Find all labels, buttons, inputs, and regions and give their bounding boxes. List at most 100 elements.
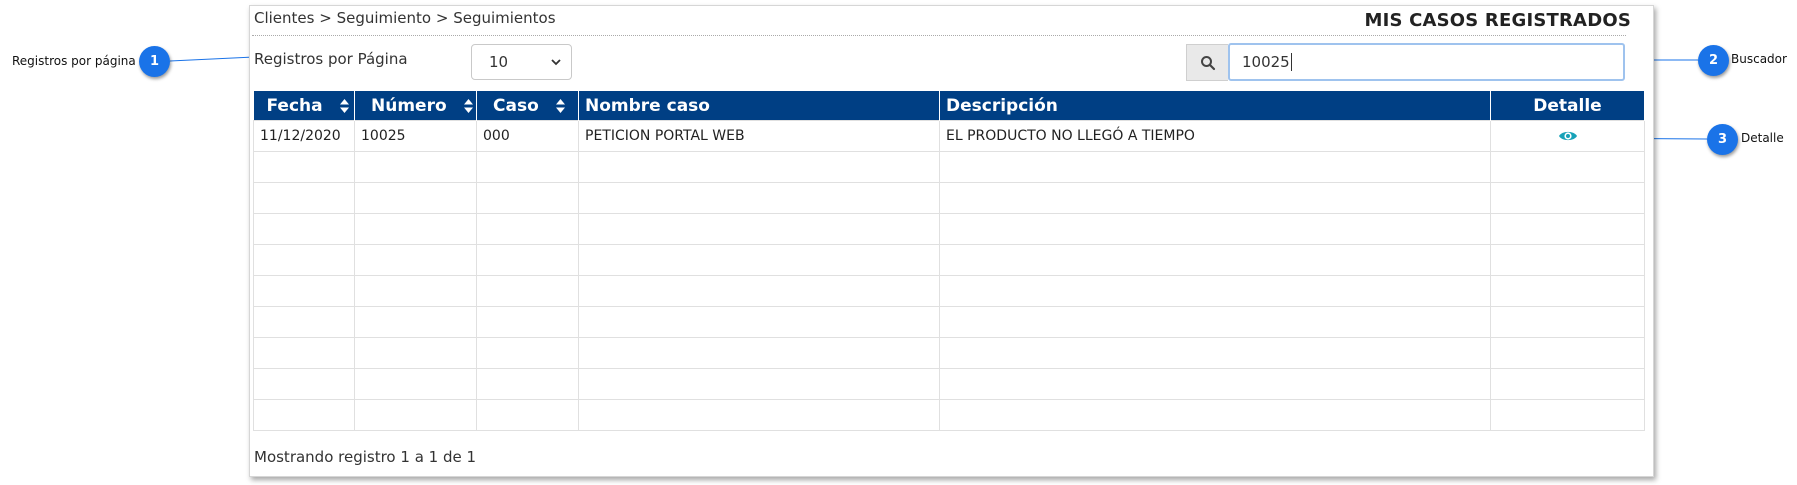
sort-icon xyxy=(339,98,349,113)
callout-badge-1: 1 xyxy=(139,46,170,77)
sort-icon xyxy=(555,98,565,113)
cell-detalle xyxy=(1490,120,1645,152)
cell-descripcion: EL PRODUCTO NO LLEGÓ A TIEMPO xyxy=(939,120,1491,152)
empty-cell xyxy=(939,213,1491,245)
cell-caso: 000 xyxy=(476,120,579,152)
empty-table-row xyxy=(253,182,1645,214)
empty-table-row xyxy=(253,275,1645,307)
column-header-nombre-caso: Nombre caso xyxy=(578,91,940,121)
empty-table-row xyxy=(253,244,1645,276)
cell-numero: 10025 xyxy=(354,120,477,152)
search-input-value: 10025 xyxy=(1242,53,1290,71)
empty-cell xyxy=(476,306,579,338)
eye-icon[interactable] xyxy=(1558,129,1578,143)
empty-cell xyxy=(1490,306,1645,338)
empty-cell xyxy=(578,368,940,400)
sort-icon xyxy=(463,98,473,113)
empty-cell xyxy=(354,151,477,183)
empty-cell xyxy=(354,337,477,369)
empty-cell xyxy=(939,306,1491,338)
page-title: MIS CASOS REGISTRADOS xyxy=(1364,10,1631,31)
empty-cell xyxy=(354,399,477,431)
empty-cell xyxy=(253,244,355,276)
empty-cell xyxy=(1490,368,1645,400)
empty-cell xyxy=(578,213,940,245)
empty-cell xyxy=(476,337,579,369)
column-header-caso[interactable]: Caso xyxy=(476,91,579,121)
column-header-detalle: Detalle xyxy=(1490,91,1645,121)
empty-cell xyxy=(476,182,579,214)
records-per-page-value: 10 xyxy=(489,53,509,71)
search-input[interactable]: 10025 xyxy=(1228,43,1625,81)
empty-cell xyxy=(1490,182,1645,214)
empty-table-row xyxy=(253,151,1645,183)
empty-cell xyxy=(476,368,579,400)
empty-cell xyxy=(1490,399,1645,431)
empty-table-row xyxy=(253,213,1645,245)
empty-cell xyxy=(939,244,1491,276)
empty-cell xyxy=(253,213,355,245)
empty-cell xyxy=(578,151,940,183)
callout-label-records-per-page: Registros por página xyxy=(12,54,136,68)
empty-cell xyxy=(578,399,940,431)
empty-cell xyxy=(253,306,355,338)
empty-cell xyxy=(939,368,1491,400)
empty-cell xyxy=(354,275,477,307)
empty-cell xyxy=(578,337,940,369)
records-per-page-select[interactable]: 10 xyxy=(471,44,572,80)
cell-fecha: 11/12/2020 xyxy=(253,120,355,152)
empty-cell xyxy=(578,275,940,307)
empty-cell xyxy=(939,275,1491,307)
empty-cell xyxy=(1490,337,1645,369)
empty-cell xyxy=(354,213,477,245)
empty-table-row xyxy=(253,399,1645,431)
pagination-summary: Mostrando registro 1 a 1 de 1 xyxy=(254,448,477,466)
records-per-page-label: Registros por Página xyxy=(254,50,408,68)
empty-cell xyxy=(253,275,355,307)
empty-cell xyxy=(253,151,355,183)
empty-cell xyxy=(476,399,579,431)
empty-cell xyxy=(1490,275,1645,307)
column-header-fecha[interactable]: Fecha xyxy=(253,91,355,121)
table-row: 11/12/2020 10025 000 PETICION PORTAL WEB… xyxy=(253,120,1645,152)
empty-cell xyxy=(253,337,355,369)
callout-badge-3: 3 xyxy=(1707,124,1738,155)
empty-cell xyxy=(354,368,477,400)
empty-cell xyxy=(939,151,1491,183)
column-header-descripcion: Descripción xyxy=(939,91,1491,121)
empty-table-row xyxy=(253,368,1645,400)
empty-cell xyxy=(354,244,477,276)
cases-table: Fecha Número Caso Nombre caso Descripció… xyxy=(253,91,1645,431)
empty-cell xyxy=(476,213,579,245)
callout-badge-2: 2 xyxy=(1698,45,1729,76)
empty-cell xyxy=(939,399,1491,431)
empty-cell xyxy=(939,182,1491,214)
empty-cell xyxy=(578,182,940,214)
empty-cell xyxy=(1490,213,1645,245)
empty-cell xyxy=(1490,244,1645,276)
empty-cell xyxy=(578,244,940,276)
callout-label-search: Buscador xyxy=(1731,52,1787,66)
empty-cell xyxy=(253,368,355,400)
empty-cell xyxy=(1490,151,1645,183)
empty-cell xyxy=(578,306,940,338)
empty-cell xyxy=(939,337,1491,369)
empty-cell xyxy=(354,306,477,338)
search-button[interactable] xyxy=(1186,44,1228,81)
callout-label-detail: Detalle xyxy=(1741,131,1784,145)
header-divider xyxy=(252,35,1626,36)
empty-cell xyxy=(476,151,579,183)
empty-cell xyxy=(354,182,477,214)
search-icon xyxy=(1200,55,1215,70)
empty-table-row xyxy=(253,337,1645,369)
empty-cell xyxy=(476,275,579,307)
empty-cell xyxy=(253,399,355,431)
chevron-down-icon xyxy=(551,59,561,66)
empty-cell xyxy=(253,182,355,214)
empty-table-row xyxy=(253,306,1645,338)
text-caret xyxy=(1290,53,1292,71)
breadcrumb: Clientes > Seguimiento > Seguimientos xyxy=(254,9,556,27)
cell-nombre-caso: PETICION PORTAL WEB xyxy=(578,120,940,152)
empty-cell xyxy=(476,244,579,276)
column-header-numero[interactable]: Número xyxy=(354,91,477,121)
